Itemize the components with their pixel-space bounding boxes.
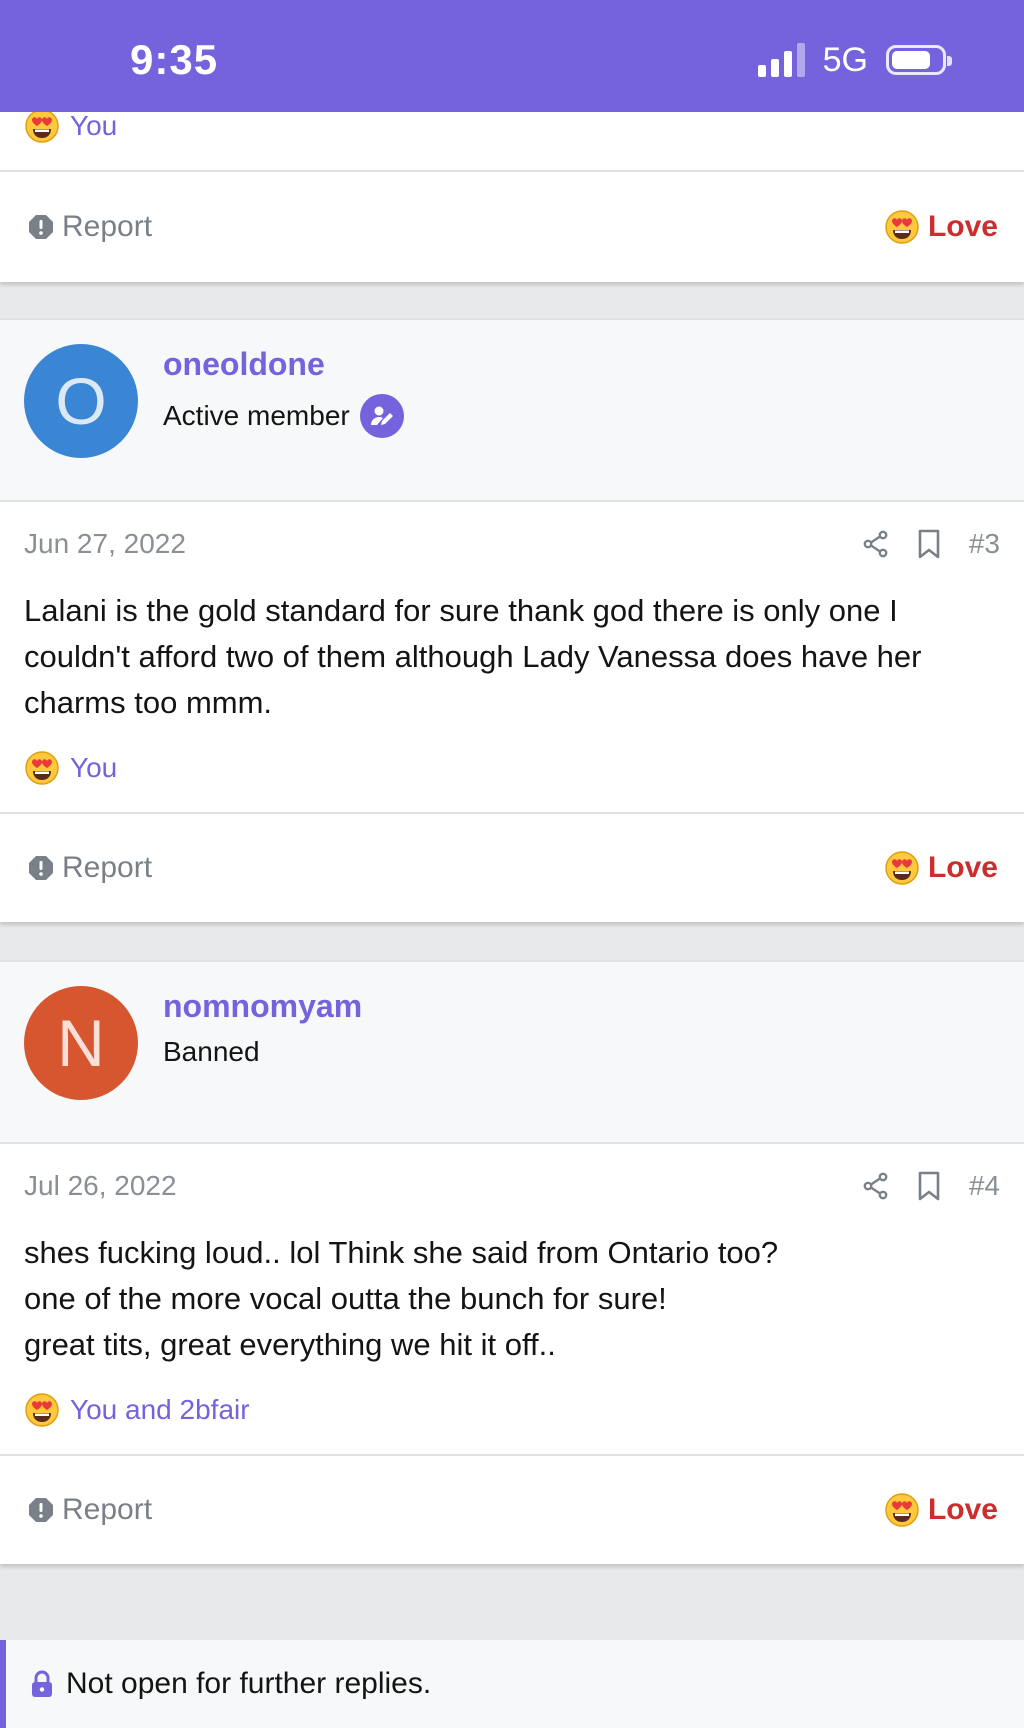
love-label: Love: [927, 210, 998, 243]
reaction-users: You: [70, 752, 118, 783]
report-icon: [29, 856, 53, 880]
heart-eyes-emoji-icon: [24, 108, 60, 144]
user-title-text: Banned: [163, 1036, 260, 1067]
heart-eyes-emoji-icon: [884, 1492, 920, 1528]
report-label: Report: [62, 1493, 153, 1526]
love-button[interactable]: Love: [884, 172, 998, 282]
heart-eyes-emoji-icon: [24, 750, 60, 786]
user-title: Banned: [163, 1036, 260, 1068]
post-line: Lalani is the gold standard for sure tha…: [24, 593, 898, 628]
post-actions: #4: [863, 1170, 1000, 1202]
post-line: couldn't afford two of them although Lad…: [24, 639, 922, 674]
post-actions: #3: [863, 528, 1000, 560]
reaction-users: You: [70, 110, 118, 141]
post-content: Jun 27, 2022 #3 Lalani is the gold stand…: [0, 500, 1024, 812]
report-icon: [29, 1498, 53, 1522]
avatar[interactable]: N: [24, 986, 138, 1100]
share-icon[interactable]: [863, 1172, 889, 1200]
reaction-summary[interactable]: You: [24, 108, 117, 144]
avatar-letter: N: [57, 1006, 105, 1080]
post-line: one of the more vocal outta the bunch fo…: [24, 1281, 667, 1316]
post-footer: Report Love: [0, 1454, 1024, 1564]
reaction-summary[interactable]: You: [24, 750, 117, 786]
reaction-users: You and 2bfair: [70, 1394, 250, 1425]
love-button[interactable]: Love: [884, 1456, 998, 1564]
love-label: Love: [927, 1493, 998, 1526]
bookmark-icon[interactable]: [917, 1171, 941, 1201]
post-line: great tits, great everything we hit it o…: [24, 1327, 556, 1362]
reaction-summary[interactable]: You and 2bfair: [24, 1392, 250, 1428]
thread-status-text: Not open for further replies.: [66, 1667, 432, 1700]
report-button[interactable]: Report: [28, 814, 152, 922]
status-time: 9:35: [130, 36, 219, 83]
report-label: Report: [62, 210, 153, 243]
post-number[interactable]: #3: [969, 528, 1000, 560]
battery-icon: [886, 45, 952, 75]
bookmark-icon[interactable]: [917, 529, 941, 559]
lock-icon: [32, 1670, 52, 1697]
report-button[interactable]: Report: [28, 1456, 152, 1564]
post-content: Jul 26, 2022 #4 shes fucking loud.. lol …: [0, 1142, 1024, 1454]
report-button[interactable]: Report: [28, 172, 152, 282]
heart-eyes-emoji-icon: [884, 209, 920, 245]
report-label: Report: [62, 851, 153, 884]
post-body: Lalani is the gold standard for sure tha…: [24, 588, 1004, 726]
post-date[interactable]: Jul 26, 2022: [24, 1170, 177, 1202]
user-title: Active member: [163, 394, 404, 438]
post-footer: Report Love: [0, 812, 1024, 922]
post-date[interactable]: Jun 27, 2022: [24, 528, 186, 560]
share-icon[interactable]: [863, 530, 889, 558]
heart-eyes-emoji-icon: [24, 1392, 60, 1428]
avatar-letter: O: [55, 364, 107, 438]
status-indicators: 5G: [757, 40, 952, 79]
post-body: shes fucking loud.. lol Think she said f…: [24, 1230, 1004, 1368]
thread-locked-notice: Not open for further replies.: [0, 1640, 1024, 1728]
post-user-header: O oneoldone Active member: [0, 318, 1024, 500]
network-label: 5G: [822, 40, 868, 79]
username[interactable]: nomnomyam: [163, 988, 362, 1025]
signal-icon: [757, 43, 805, 77]
user-title-text: Active member: [163, 400, 350, 431]
love-label: Love: [927, 851, 998, 884]
previous-post-footer: Report Love: [0, 170, 1024, 282]
post-number[interactable]: #4: [969, 1170, 1000, 1202]
post-user-header: N nomnomyam Banned: [0, 960, 1024, 1142]
avatar[interactable]: O: [24, 344, 138, 458]
love-button[interactable]: Love: [884, 814, 998, 922]
post-line: charms too mmm.: [24, 685, 273, 720]
username[interactable]: oneoldone: [163, 346, 325, 383]
post-line: shes fucking loud.. lol Think she said f…: [24, 1235, 779, 1270]
status-bar: 9:35 5G: [0, 0, 1024, 112]
report-icon: [29, 215, 53, 239]
heart-eyes-emoji-icon: [884, 850, 920, 886]
badge-edit-icon: [359, 394, 404, 438]
